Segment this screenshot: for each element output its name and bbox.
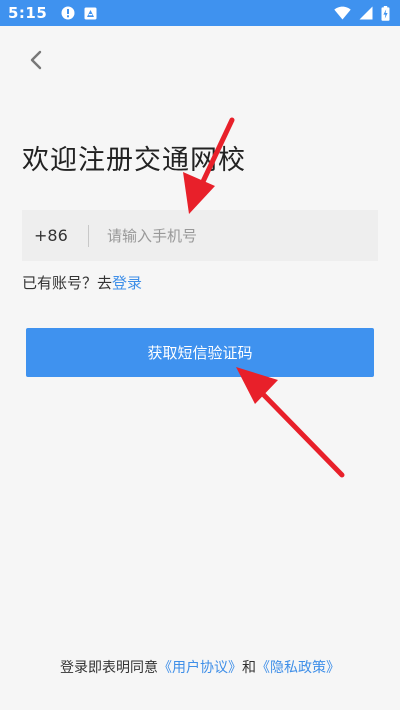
agreement-text: 登录即表明同意《用户协议》和《隐私政策》 [0,657,400,677]
status-bar: 5:15 [0,0,400,26]
agreement-prefix: 登录即表明同意 [60,660,158,676]
annotation-arrow-to-sms-button [236,367,345,478]
get-sms-code-button[interactable]: 获取短信验证码 [26,328,374,377]
wifi-icon [334,6,351,20]
country-code: +86 [34,226,68,245]
privacy-policy-link[interactable]: 《隐私政策》 [256,660,340,676]
phone-input-row: +86 [22,210,378,261]
back-button[interactable] [22,48,50,76]
login-prompt: 已有账号？去登录 [22,272,142,293]
user-agreement-link[interactable]: 《用户协议》 [158,660,242,676]
phone-number-input[interactable] [89,210,378,261]
agreement-conjunction: 和 [242,660,256,676]
cellular-signal-icon [359,6,373,20]
app-badge-icon [84,7,97,20]
login-prompt-text: 已有账号？去 [22,274,113,292]
battery-charging-icon [381,5,390,21]
page-title: 欢迎注册交通网校 [22,145,246,176]
status-notification-icons [61,6,97,20]
alert-circle-icon [61,6,75,20]
login-link[interactable]: 登录 [112,274,142,292]
status-time: 5:15 [8,4,48,22]
status-system-icons [334,5,390,21]
chevron-left-icon [29,50,43,74]
